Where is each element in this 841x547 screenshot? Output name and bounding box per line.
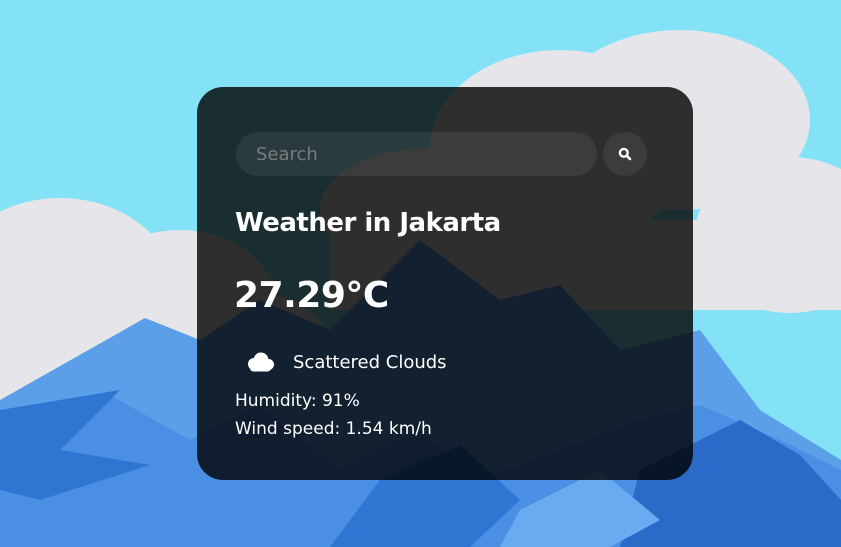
temperature: 27.29°C [234, 275, 389, 316]
weather-card: Weather in Jakarta 27.29°C Scattered Clo… [197, 87, 693, 480]
search-icon [618, 147, 632, 161]
search-button[interactable] [603, 132, 647, 176]
condition-label: Scattered Clouds [293, 351, 447, 373]
search-input[interactable] [236, 132, 597, 176]
humidity-label: Humidity: 91% [235, 391, 360, 411]
city-title: Weather in Jakarta [235, 208, 501, 238]
weather-condition: Scattered Clouds [244, 349, 447, 375]
wind-speed-label: Wind speed: 1.54 km/h [235, 419, 432, 439]
search-bar [236, 132, 647, 176]
cloud-icon [248, 352, 274, 372]
